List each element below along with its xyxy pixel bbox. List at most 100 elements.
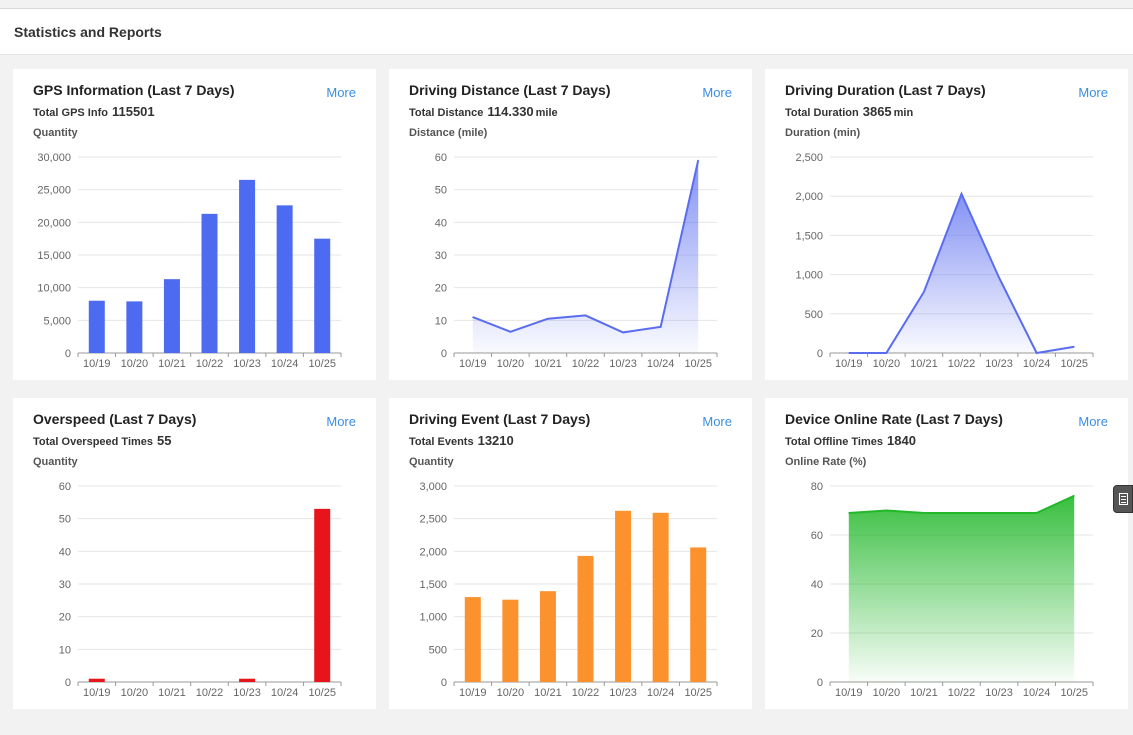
y-tick-label: 20,000 xyxy=(37,217,71,229)
x-tick-label: 10/19 xyxy=(835,358,863,370)
y-tick-label: 0 xyxy=(817,348,823,360)
y-tick-label: 0 xyxy=(65,348,71,360)
chart-gps-info: 0 5,000 10,000 15,000 20,000 25,000 30,000 10/1… xyxy=(37,152,342,370)
x-tick-label: 10/20 xyxy=(497,687,525,699)
x-tick-label: 10/23 xyxy=(985,687,1013,699)
y-tick-label: 0 xyxy=(65,677,71,689)
bar xyxy=(126,301,143,353)
data-point xyxy=(961,512,962,514)
y-tick-label: 40 xyxy=(811,579,823,591)
bar xyxy=(652,512,669,682)
y-tick-label: 10,000 xyxy=(37,283,71,295)
document-icon xyxy=(1119,493,1128,505)
data-point xyxy=(660,326,662,328)
x-tick-label: 10/20 xyxy=(873,358,901,370)
bar xyxy=(690,547,707,682)
x-tick-label: 10/19 xyxy=(83,687,111,699)
y-tick-label: 80 xyxy=(811,481,823,493)
data-point xyxy=(697,159,699,161)
y-tick-label: 3,000 xyxy=(419,481,447,493)
x-tick-label: 10/25 xyxy=(684,358,712,370)
chart-driving-distance: 0 10 20 30 40 50 60 10/19 10/20 10/21 10/22 10/23 10… xyxy=(435,152,718,370)
data-point xyxy=(998,277,1000,279)
x-tick-label: 10/19 xyxy=(83,358,111,370)
bar xyxy=(163,279,180,353)
x-tick-label: 10/23 xyxy=(609,687,637,699)
bar xyxy=(464,597,481,682)
report-grid: GPS Information (Last 7 Days) More Total… xyxy=(0,56,1133,735)
x-tick-label: 10/25 xyxy=(1060,687,1088,699)
y-tick-label: 15,000 xyxy=(37,250,71,262)
y-tick-label: 0 xyxy=(441,677,447,689)
y-tick-label: 0 xyxy=(441,348,447,360)
card-gps-info: GPS Information (Last 7 Days) More Total… xyxy=(13,69,376,380)
x-tick-label: 10/24 xyxy=(271,687,299,699)
y-tick-label: 20 xyxy=(811,628,823,640)
data-point xyxy=(885,510,887,511)
data-point xyxy=(585,314,586,316)
y-tick-label: 1,500 xyxy=(795,230,823,242)
x-tick-label: 10/20 xyxy=(121,687,149,699)
y-tick-label: 50 xyxy=(59,514,71,526)
x-tick-label: 10/22 xyxy=(572,687,600,699)
data-point xyxy=(848,512,850,514)
bar xyxy=(314,508,331,682)
card-driving-distance: Driving Distance (Last 7 Days) More Tota… xyxy=(389,69,752,380)
x-tick-label: 10/23 xyxy=(609,358,637,370)
y-tick-label: 2,000 xyxy=(795,191,823,203)
series-area xyxy=(848,193,1075,353)
y-tick-label: 30 xyxy=(59,579,71,591)
chart-driving-event: 0 500 1,000 1,500 2,000 2,500 3,000 10/19 10/20 1… xyxy=(419,481,718,699)
x-tick-label: 10/21 xyxy=(158,358,186,370)
bar xyxy=(577,555,594,682)
x-tick-label: 10/24 xyxy=(647,687,675,699)
page-header: Statistics and Reports xyxy=(0,8,1133,55)
card-overspeed: Overspeed (Last 7 Days) More Total Overs… xyxy=(13,398,376,709)
x-tick-label: 10/20 xyxy=(497,358,525,370)
bar xyxy=(502,599,519,682)
y-tick-label: 1,000 xyxy=(419,612,447,624)
x-tick-label: 10/25 xyxy=(684,687,712,699)
x-tick-label: 10/22 xyxy=(196,358,224,370)
x-tick-label: 10/20 xyxy=(121,358,149,370)
side-panel-toggle[interactable] xyxy=(1113,485,1133,513)
page-title: Statistics and Reports xyxy=(14,24,162,40)
card-driving-event: Driving Event (Last 7 Days) More Total E… xyxy=(389,398,752,709)
data-point xyxy=(1036,352,1038,354)
x-tick-label: 10/22 xyxy=(572,358,600,370)
y-tick-label: 25,000 xyxy=(37,185,71,197)
series-line xyxy=(472,160,700,334)
bar xyxy=(615,510,632,682)
y-tick-label: 1,000 xyxy=(795,270,823,282)
bar xyxy=(539,591,556,682)
chart-overspeed: 0 10 20 30 40 50 60 10/19 10/20 10/21 10/22 10/23 10… xyxy=(59,481,342,699)
y-tick-label: 60 xyxy=(811,530,823,542)
bar xyxy=(276,205,293,353)
y-tick-label: 20 xyxy=(435,283,447,295)
card-device-online-rate: Device Online Rate (Last 7 Days) More To… xyxy=(765,398,1128,709)
x-tick-label: 10/22 xyxy=(948,358,976,370)
x-tick-label: 10/24 xyxy=(1023,358,1051,370)
y-tick-label: 5,000 xyxy=(43,315,71,327)
data-point xyxy=(961,193,962,195)
x-tick-label: 10/21 xyxy=(534,687,562,699)
data-point xyxy=(1073,346,1075,348)
y-tick-label: 1,500 xyxy=(419,579,447,591)
y-tick-label: 10 xyxy=(59,644,71,656)
x-tick-label: 10/19 xyxy=(459,358,487,370)
x-tick-label: 10/21 xyxy=(910,358,938,370)
x-tick-label: 10/24 xyxy=(271,358,299,370)
y-tick-label: 40 xyxy=(435,217,447,229)
data-point xyxy=(998,512,1000,514)
y-tick-label: 40 xyxy=(59,546,71,558)
x-tick-label: 10/20 xyxy=(873,687,901,699)
y-tick-label: 10 xyxy=(435,315,447,327)
y-tick-label: 20 xyxy=(59,612,71,624)
data-point xyxy=(923,291,925,293)
data-point xyxy=(622,331,624,333)
x-tick-label: 10/21 xyxy=(534,358,562,370)
data-point xyxy=(547,318,549,320)
chart-driving-duration: 0 500 1,000 1,500 2,000 2,500 10/19 10/20 10/21 1… xyxy=(795,152,1094,370)
x-tick-label: 10/21 xyxy=(910,687,938,699)
y-tick-label: 30 xyxy=(435,250,447,262)
